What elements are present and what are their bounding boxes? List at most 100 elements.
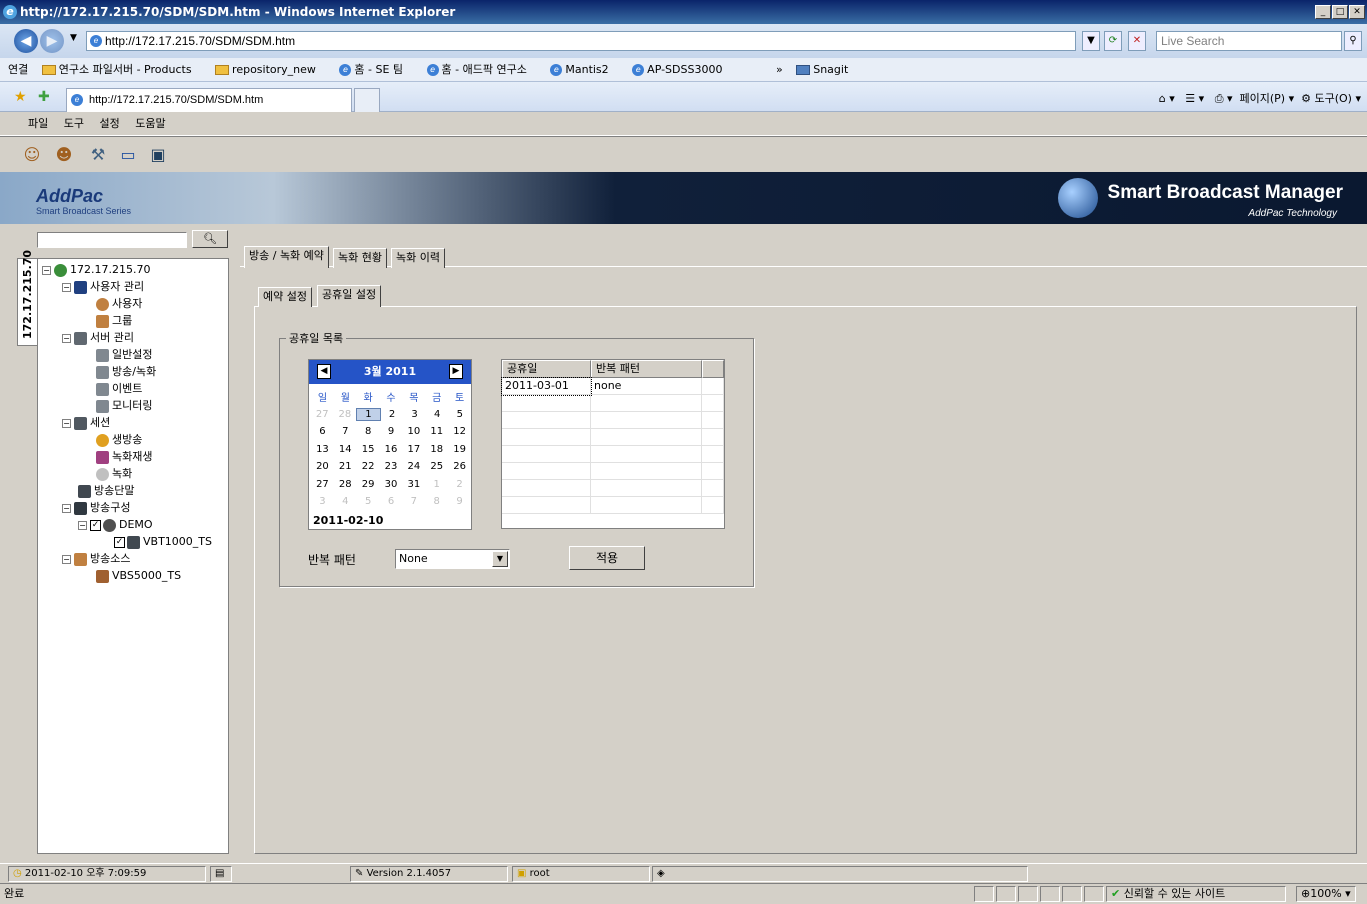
tree-server-mgmt[interactable]: − 서버 관리 — [62, 330, 134, 346]
menu-help[interactable]: 도움말 — [135, 117, 165, 130]
tree-session[interactable]: − 세션 — [62, 415, 110, 431]
calendar-day[interactable]: 5 — [448, 409, 471, 420]
calendar-day[interactable]: 4 — [426, 409, 449, 420]
calendar-day[interactable]: 19 — [448, 444, 471, 455]
calendar-day[interactable]: 28 — [334, 409, 357, 420]
tree-terminal[interactable]: 방송단말 — [78, 483, 134, 499]
col-header-holiday[interactable]: 공휴일 — [502, 360, 591, 378]
tree-search-button[interactable]: 🔍︎ — [192, 230, 228, 248]
calendar-day[interactable]: 3 — [311, 496, 334, 507]
search-icon[interactable]: ⚲ — [1344, 31, 1362, 51]
menu-settings[interactable]: 설정 — [100, 117, 120, 130]
calendar-day[interactable]: 29 — [357, 479, 380, 490]
subtab-holiday-settings[interactable]: 공휴일 설정 — [317, 285, 382, 307]
col-header-repeat[interactable]: 반복 패턴 — [591, 360, 702, 378]
tree-source[interactable]: − 방송소스 — [62, 551, 130, 567]
calendar-day[interactable]: 13 — [311, 444, 334, 455]
calendar-day[interactable]: 30 — [380, 479, 403, 490]
tree-general[interactable]: 일반설정 — [96, 347, 152, 363]
tab-record-history[interactable]: 녹화 이력 — [391, 248, 445, 268]
close-button[interactable]: ✕ — [1349, 5, 1365, 19]
search-input[interactable]: Live Search — [1156, 31, 1342, 51]
calendar-day[interactable]: 5 — [357, 496, 380, 507]
table-row[interactable] — [502, 412, 724, 429]
tree-monitoring[interactable]: 모니터링 — [96, 398, 152, 414]
tree-record[interactable]: 녹화 — [96, 466, 132, 482]
monitor-icon[interactable]: ▭ — [116, 143, 140, 167]
print-icon[interactable]: ⎙ ▾ — [1215, 92, 1233, 105]
calendar-day[interactable]: 11 — [425, 426, 448, 437]
home-icon[interactable]: ⌂ ▾ — [1159, 92, 1175, 105]
link-item[interactable]: e홈 - 애드팍 연구소 — [426, 63, 537, 76]
table-row[interactable] — [502, 395, 724, 412]
table-row[interactable] — [502, 497, 724, 514]
add-favorites-icon[interactable]: ✚ — [38, 89, 50, 105]
stop-button[interactable]: ✕ — [1128, 31, 1146, 51]
snagit-button[interactable]: Snagit — [796, 63, 858, 76]
subtab-reservation-settings[interactable]: 예약 설정 — [258, 287, 312, 307]
calendar-day[interactable]: 1 — [356, 407, 381, 421]
calendar-day[interactable]: 17 — [402, 444, 425, 455]
page-menu[interactable]: 페이지(P) ▾ — [1240, 92, 1295, 105]
minimize-button[interactable]: _ — [1315, 5, 1331, 19]
dropdown-arrow-icon[interactable]: ▼ — [492, 551, 508, 567]
link-item[interactable]: repository_new — [215, 63, 326, 76]
prev-month-button[interactable]: ◀ — [317, 364, 331, 379]
link-item[interactable]: 연구소 파일서버 - Products — [41, 63, 202, 76]
table-row[interactable]: 2011-03-01 none — [501, 377, 724, 396]
menu-file[interactable]: 파일 — [28, 117, 48, 130]
address-bar[interactable]: e http://172.17.215.70/SDM/SDM.htm — [86, 31, 1076, 51]
link-item[interactable]: e Mantis2 — [550, 63, 618, 76]
feeds-icon[interactable]: ☰ ▾ — [1185, 92, 1204, 105]
calendar-day[interactable]: 7 — [334, 426, 357, 437]
calendar-day[interactable]: 22 — [357, 461, 380, 472]
calendar-day[interactable]: 18 — [425, 444, 448, 455]
tools-menu[interactable]: ⚙ 도구(O) ▾ — [1301, 92, 1361, 105]
broadcast-icon[interactable]: ▣ — [146, 143, 170, 167]
back-button[interactable]: ◀ — [14, 29, 38, 53]
tree-group[interactable]: 그룹 — [96, 313, 132, 329]
table-row[interactable] — [502, 480, 724, 497]
calendar-day[interactable]: 10 — [402, 426, 425, 437]
calendar-day[interactable]: 20 — [311, 461, 334, 472]
calendar-day[interactable]: 9 — [448, 496, 471, 507]
links-more-button[interactable]: » — [776, 63, 783, 76]
server-vertical-tab[interactable]: 172.17.215.70 — [17, 250, 37, 346]
tree-user-mgmt[interactable]: − 사용자 관리 — [62, 279, 144, 295]
calendar-day[interactable]: 24 — [402, 461, 425, 472]
vbt-checkbox[interactable]: ✓ — [114, 536, 125, 548]
new-tab-button[interactable] — [354, 88, 380, 112]
tools-icon[interactable]: ⚒ — [86, 143, 110, 167]
calendar-day[interactable]: 27 — [311, 409, 334, 420]
user-icon[interactable]: ☺ — [20, 143, 44, 167]
zoom-level[interactable]: ⊕100% ▾ — [1296, 886, 1356, 902]
calendar-day[interactable]: 2 — [381, 409, 404, 420]
browser-tab[interactable]: e http://172.17.215.70/SDM/SDM.htm — [66, 88, 352, 112]
calendar-day[interactable]: 9 — [380, 426, 403, 437]
users-icon[interactable]: ☻ — [52, 143, 76, 167]
address-dropdown-button[interactable]: ▼ — [1082, 31, 1100, 51]
calendar-day[interactable]: 28 — [334, 479, 357, 490]
calendar-day[interactable]: 25 — [425, 461, 448, 472]
calendar-day[interactable]: 7 — [402, 496, 425, 507]
link-item[interactable]: e홈 - SE 팀 — [339, 63, 413, 76]
table-row[interactable] — [502, 446, 724, 463]
calendar-day[interactable]: 4 — [334, 496, 357, 507]
tree-user[interactable]: 사용자 — [96, 296, 142, 312]
calendar-day[interactable]: 31 — [402, 479, 425, 490]
next-month-button[interactable]: ▶ — [449, 364, 463, 379]
tab-reservation[interactable]: 방송 / 녹화 예약 — [244, 246, 329, 268]
tab-record-status[interactable]: 녹화 현황 — [333, 248, 387, 268]
calendar-day[interactable]: 21 — [334, 461, 357, 472]
tree-record-play[interactable]: 녹화재생 — [96, 449, 152, 465]
tree-demo[interactable]: − ✓ DEMO — [78, 517, 153, 533]
calendar-day[interactable]: 6 — [311, 426, 334, 437]
table-row[interactable] — [502, 429, 724, 446]
calendar-day[interactable]: 12 — [448, 426, 471, 437]
calendar-day[interactable]: 8 — [357, 426, 380, 437]
repeat-pattern-select[interactable]: None ▼ — [395, 549, 510, 569]
calendar-day[interactable]: 3 — [403, 409, 426, 420]
calendar-day[interactable]: 23 — [380, 461, 403, 472]
tree-vbt[interactable]: ✓ VBT1000_TS — [114, 534, 212, 550]
tree-config[interactable]: − 방송구성 — [62, 500, 130, 516]
